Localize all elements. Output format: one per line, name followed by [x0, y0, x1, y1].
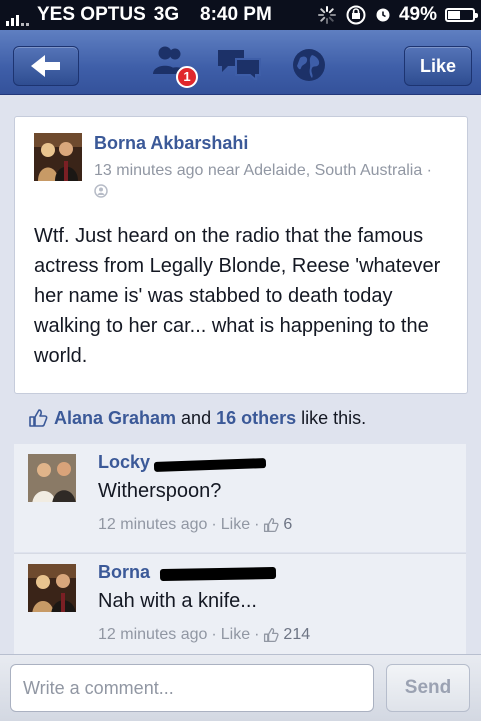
back-button[interactable] — [13, 46, 79, 86]
post-author-name[interactable]: Borna Akbarshahi — [94, 133, 248, 154]
friend-requests-badge: 1 — [176, 66, 198, 88]
likes-and-text: and — [176, 408, 217, 428]
comment-time: 12 minutes ago — [98, 516, 208, 533]
orientation-lock-icon — [346, 5, 366, 25]
send-button[interactable]: Send — [386, 664, 470, 712]
commenter-avatar[interactable] — [28, 564, 76, 612]
friends-icon — [94, 184, 108, 198]
back-arrow-icon — [31, 55, 60, 77]
post-meta: 13 minutes ago near Adelaide, South Aust… — [94, 160, 434, 202]
likes-others-link[interactable]: 16 others — [216, 408, 296, 428]
comment-like-link[interactable]: Like — [221, 626, 250, 644]
commenter-avatar[interactable] — [28, 454, 76, 502]
commenter-name[interactable]: Locky — [98, 452, 150, 473]
comment-like-count[interactable]: 214 — [283, 626, 310, 644]
like-page-button[interactable]: Like — [404, 46, 472, 86]
comment-item: Locky Witherspoon? 12 minutes ago · Like… — [14, 444, 466, 552]
post-timestamp-location: 13 minutes ago near Adelaide, South Aust… — [94, 162, 432, 179]
comment-input[interactable]: Write a comment... — [10, 664, 374, 712]
likes-suffix-text: like this. — [296, 408, 367, 428]
globe-icon[interactable] — [290, 46, 328, 84]
clock: 8:40 PM — [200, 4, 272, 25]
commenter-name[interactable]: Borna — [98, 562, 150, 583]
battery-icon — [445, 8, 478, 22]
carrier-name: YES OPTUS — [37, 4, 146, 25]
comment-composer: Write a comment... Send — [0, 654, 481, 721]
likes-summary[interactable]: Alana Graham and 16 others like this. — [14, 396, 466, 440]
signal-strength-icon — [6, 8, 29, 26]
comment-meta: 12 minutes ago · Like · 214 — [98, 626, 310, 644]
network-type: 3G — [153, 4, 180, 25]
comment-item: Borna Nah with a knife... 12 minutes ago… — [14, 553, 466, 662]
comment-text: Witherspoon? — [98, 480, 222, 502]
comment-like-link[interactable]: Like — [221, 516, 250, 534]
battery-percent: 49% — [398, 4, 437, 25]
thumbs-up-icon — [264, 517, 280, 533]
messages-icon[interactable] — [216, 48, 262, 80]
comment-meta: 12 minutes ago · Like · 6 — [98, 516, 292, 534]
nav-bar: 1 Like — [0, 30, 481, 95]
meta-separator: · — [211, 626, 217, 643]
redaction-mark — [159, 566, 277, 582]
comment-time: 12 minutes ago — [98, 626, 208, 643]
alarm-icon — [376, 8, 390, 22]
thumbs-up-icon — [264, 627, 280, 643]
meta-separator: · — [254, 516, 260, 533]
comment-like-count[interactable]: 6 — [283, 516, 292, 534]
post-card: Borna Akbarshahi 13 minutes ago near Ade… — [14, 116, 468, 394]
meta-separator: · — [254, 626, 260, 643]
meta-separator: · — [211, 516, 217, 533]
thumbs-up-icon — [29, 409, 48, 427]
redaction-mark — [153, 458, 267, 472]
comment-text: Nah with a knife... — [98, 590, 257, 612]
author-avatar[interactable] — [34, 133, 82, 181]
status-bar: YES OPTUS 3G 8:40 PM 49% — [0, 0, 481, 30]
liker-name[interactable]: Alana Graham — [54, 408, 176, 428]
activity-spinner-icon — [317, 6, 336, 24]
post-body: Wtf. Just heard on the radio that the fa… — [34, 225, 441, 367]
